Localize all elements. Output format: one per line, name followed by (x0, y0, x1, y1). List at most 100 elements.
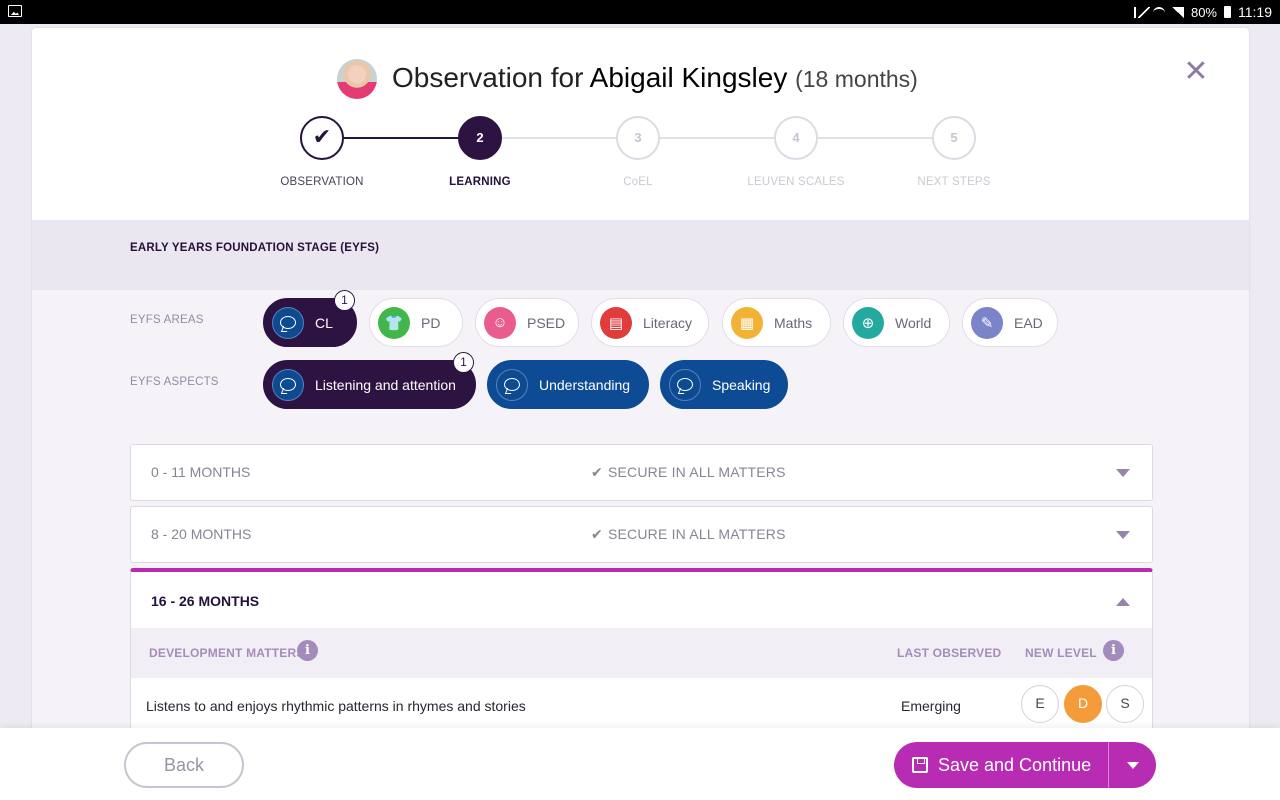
avatar (337, 59, 377, 99)
area-pill-literacy[interactable]: ▤ Literacy (591, 298, 709, 347)
step-label-learning: LEARNING (449, 176, 511, 188)
child-name: Abigail Kingsley (589, 62, 788, 93)
accordion-range: 8 - 20 MONTHS (151, 526, 252, 542)
accordion-8-20-months[interactable]: 8 - 20 MONTHS ✔ SECURE IN ALL MATTERS (130, 506, 1153, 563)
step-connector (818, 137, 934, 139)
eyfs-aspects-label: EYFS ASPECTS (130, 376, 219, 388)
save-continue-button[interactable]: Save and Continue (894, 742, 1156, 788)
mute-icon (1133, 6, 1150, 18)
step-connector (344, 137, 460, 139)
step-label-next-steps: NEXT STEPS (917, 176, 991, 188)
header: Observation for Abigail Kingsley (18 mon… (32, 28, 1249, 220)
accordion-0-11-months[interactable]: 0 - 11 MONTHS ✔ SECURE IN ALL MATTERS (130, 444, 1153, 501)
area-label: PD (421, 314, 441, 331)
area-label: World (895, 314, 932, 331)
col-new-level: NEW LEVEL (1025, 646, 1097, 660)
area-label: Literacy (643, 314, 693, 331)
step-3[interactable]: 3 (616, 116, 660, 160)
aspect-pill-listening[interactable]: Listening and attention (263, 360, 476, 409)
area-pill-world[interactable]: ⊕ World (843, 298, 950, 347)
back-button[interactable]: Back (124, 742, 244, 788)
step-label-coel: CoEL (623, 176, 653, 188)
speech-bubble-icon (496, 368, 528, 401)
accordion-range: 0 - 11 MONTHS (151, 464, 251, 480)
step-2[interactable]: 2 (458, 116, 502, 160)
col-last-observed: LAST OBSERVED (897, 646, 1002, 660)
col-development-matters: DEVELOPMENT MATTERS (149, 646, 305, 660)
aspect-label: Understanding (539, 376, 631, 393)
accordion-range[interactable]: 16 - 26 MONTHS (151, 593, 259, 609)
step-label-leuven-scales: LEUVEN SCALES (747, 176, 845, 188)
aspect-label: Speaking (712, 376, 771, 393)
level-developing-button[interactable]: D (1064, 685, 1102, 723)
signal-icon (1171, 6, 1184, 18)
eyfs-areas-label: EYFS AREAS (130, 314, 204, 326)
tshirt-icon: 👕 (378, 306, 410, 339)
footer-bar: Back Save and Continue (0, 728, 1280, 800)
save-continue-main[interactable]: Save and Continue (894, 742, 1108, 788)
status-text: SECURE IN ALL MATTERS (607, 464, 786, 480)
accordion-status: ✔ SECURE IN ALL MATTERS (591, 526, 786, 543)
chevron-down-icon (1116, 531, 1130, 539)
aspect-count-badge: 1 (453, 352, 474, 373)
eyfs-title: EARLY YEARS FOUNDATION STAGE (EYFS) (130, 242, 380, 254)
development-matters-header: DEVELOPMENT MATTERS i LAST OBSERVED NEW … (131, 628, 1152, 678)
child-age: (18 months) (795, 66, 918, 92)
title-prefix: Observation for (392, 62, 584, 93)
observation-card: Observation for Abigail Kingsley (18 mon… (32, 28, 1249, 800)
status-text: SECURE IN ALL MATTERS (607, 526, 786, 542)
area-pill-pd[interactable]: 👕 PD (369, 298, 463, 347)
clock: 11:19 (1238, 4, 1272, 20)
speech-bubble-icon (669, 368, 701, 401)
table-row: Listens to and enjoys rhythmic patterns … (131, 678, 1152, 734)
area-label: EAD (1014, 314, 1043, 331)
step-label-observation: OBSERVATION (280, 176, 364, 188)
status-icons: 80% 11:19 (1133, 4, 1272, 20)
step-connector (660, 137, 776, 139)
development-matter-text: Listens to and enjoys rhythmic patterns … (146, 698, 526, 714)
step-5[interactable]: 5 (932, 116, 976, 160)
level-emerging-button[interactable]: E (1021, 685, 1059, 723)
gallery-icon (8, 5, 22, 17)
calculator-icon: ▦ (731, 306, 763, 339)
info-icon[interactable]: i (297, 640, 318, 661)
globe-icon: ⊕ (852, 306, 884, 339)
step-4[interactable]: 4 (774, 116, 818, 160)
info-icon[interactable]: i (1103, 640, 1124, 661)
page-title: Observation for Abigail Kingsley (18 mon… (392, 62, 918, 94)
aspect-pill-understanding[interactable]: Understanding (487, 360, 649, 409)
battery-percent: 80% (1190, 4, 1217, 20)
chevron-up-icon[interactable] (1116, 598, 1130, 606)
area-pill-maths[interactable]: ▦ Maths (722, 298, 831, 347)
area-count-badge: 1 (334, 290, 355, 311)
check-icon: ✔ (591, 464, 603, 480)
smiley-icon: ☺ (484, 306, 516, 339)
speech-bubble-icon (272, 368, 304, 401)
speech-bubble-icon (272, 306, 304, 339)
accordion-status: ✔ SECURE IN ALL MATTERS (591, 464, 786, 481)
chevron-down-icon (1126, 761, 1139, 769)
save-icon (912, 757, 928, 773)
aspect-label: Listening and attention (315, 376, 456, 393)
chevron-down-icon (1116, 469, 1130, 477)
status-bar: 80% 11:19 (0, 0, 1280, 24)
paintbrush-icon: ✎ (971, 306, 1003, 339)
area-label: CL (315, 314, 333, 331)
save-options-dropdown[interactable] (1108, 742, 1156, 788)
area-pill-psed[interactable]: ☺ PSED (475, 298, 579, 347)
step-1-check-icon[interactable]: ✔ (300, 116, 344, 160)
save-label: Save and Continue (938, 754, 1092, 775)
area-label: PSED (527, 314, 566, 331)
eyfs-band: EARLY YEARS FOUNDATION STAGE (EYFS) (32, 220, 1249, 290)
last-observed-value: Emerging (901, 698, 961, 714)
check-icon: ✔ (591, 526, 603, 542)
area-pill-ead[interactable]: ✎ EAD (962, 298, 1058, 347)
wifi-icon (1152, 6, 1165, 18)
level-secure-button[interactable]: S (1106, 685, 1144, 723)
step-connector (502, 137, 618, 139)
close-icon[interactable]: ✕ (1182, 57, 1210, 87)
book-icon: ▤ (600, 306, 632, 339)
area-label: Maths (774, 314, 813, 331)
aspect-pill-speaking[interactable]: Speaking (660, 360, 788, 409)
battery-icon (1224, 6, 1231, 18)
